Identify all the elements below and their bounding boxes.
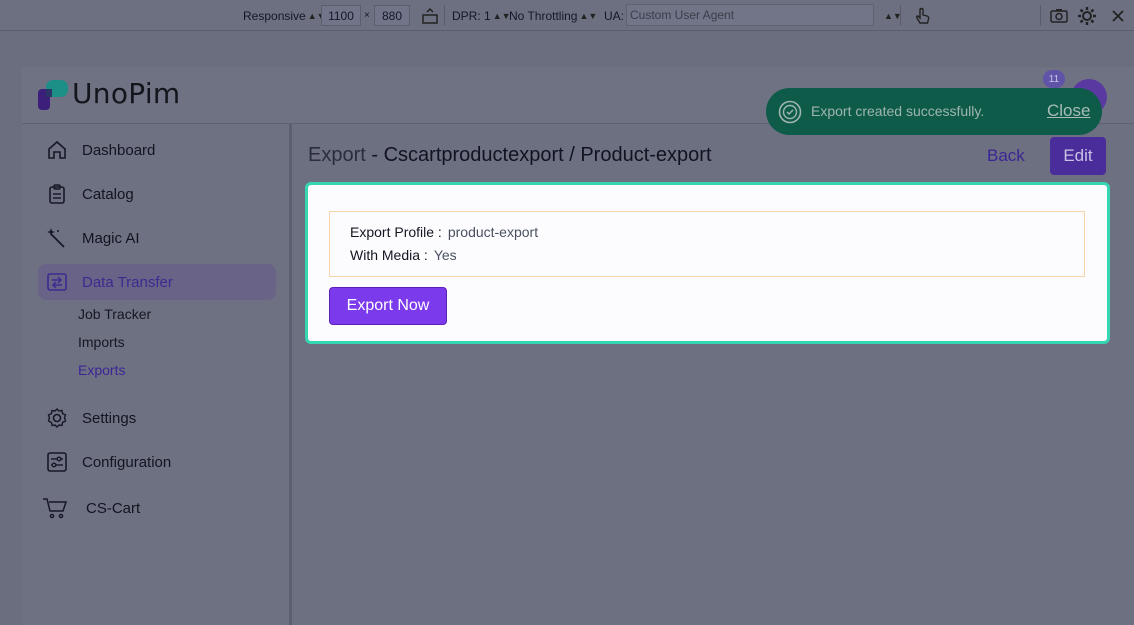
magic-wand-icon bbox=[44, 225, 70, 251]
user-agent-placeholder: Custom User Agent bbox=[630, 8, 735, 22]
sidebar-item-label: Dashboard bbox=[82, 141, 156, 159]
sidebar-subitem-exports[interactable]: Exports bbox=[78, 362, 125, 378]
sidebar-item-label: Data Transfer bbox=[82, 273, 173, 291]
screenshot-camera-icon[interactable] bbox=[1049, 6, 1069, 26]
updown-arrows-icon: ▲▼ bbox=[579, 10, 598, 21]
sidebar-item-configuration[interactable]: Configuration bbox=[38, 444, 276, 480]
data-transfer-icon bbox=[44, 269, 70, 295]
with-media-row: With Media : Yes bbox=[350, 247, 457, 263]
width-value: 1100 bbox=[328, 8, 354, 23]
sidebar-item-settings[interactable]: Settings bbox=[38, 400, 276, 436]
sliders-icon bbox=[44, 449, 70, 475]
toolbar-divider bbox=[900, 5, 901, 26]
sidebar-item-catalog[interactable]: Catalog bbox=[38, 176, 276, 212]
sidebar-item-dashboard[interactable]: Dashboard bbox=[38, 132, 276, 168]
export-details-card: Export Profile : product-export With Medi… bbox=[305, 182, 1110, 344]
touch-simulation-icon[interactable] bbox=[912, 6, 932, 26]
sidebar: Dashboard Catalog Magic AI Data Transfer… bbox=[22, 124, 292, 625]
ua-label: UA: bbox=[604, 8, 625, 23]
export-profile-row: Export Profile : product-export bbox=[350, 224, 538, 240]
home-icon bbox=[44, 137, 70, 163]
sidebar-item-label: Catalog bbox=[82, 185, 134, 203]
check-circle-icon bbox=[778, 100, 802, 124]
toast-close-link[interactable]: Close bbox=[1047, 101, 1090, 121]
export-info-box: Export Profile : product-export With Medi… bbox=[329, 211, 1085, 277]
device-select[interactable]: Responsive ▲▼ bbox=[243, 0, 326, 31]
updown-arrows-icon: ▲▼ bbox=[492, 10, 511, 21]
dpr-select[interactable]: DPR: 1 ▲▼ bbox=[452, 0, 511, 31]
page-title-main: Cscartproductexport / Product-export bbox=[383, 144, 712, 166]
export-profile-value: product-export bbox=[447, 224, 539, 240]
device-select-label: Responsive bbox=[243, 8, 306, 23]
sidebar-item-magic-ai[interactable]: Magic AI bbox=[38, 220, 276, 256]
width-input[interactable]: 1100 bbox=[321, 5, 361, 26]
ua-dropdown[interactable]: ▲▼ bbox=[882, 0, 902, 31]
sidebar-item-label: Settings bbox=[82, 409, 137, 427]
user-agent-input[interactable]: Custom User Agent bbox=[626, 4, 874, 26]
devtools-toolbar: Responsive ▲▼ 1100 × 880 DPR: 1 ▲▼ No Th… bbox=[0, 0, 1134, 31]
back-link[interactable]: Back bbox=[987, 146, 1025, 166]
sidebar-item-label: Configuration bbox=[82, 453, 172, 471]
dpr-label: DPR: 1 bbox=[452, 8, 491, 23]
notification-badge[interactable]: 11 bbox=[1043, 70, 1065, 88]
export-now-button[interactable]: Export Now bbox=[329, 287, 447, 325]
close-icon[interactable] bbox=[1108, 6, 1128, 26]
sidebar-subitem-job-tracker[interactable]: Job Tracker bbox=[78, 306, 151, 322]
height-input[interactable]: 880 bbox=[374, 5, 410, 26]
height-value: 880 bbox=[381, 8, 403, 23]
rotate-icon[interactable] bbox=[420, 6, 440, 26]
sidebar-item-cs-cart[interactable]: CS-Cart bbox=[38, 490, 276, 526]
success-toast: Export created successfully. Close bbox=[766, 88, 1102, 135]
export-profile-label: Export Profile : bbox=[350, 224, 442, 240]
clipboard-icon bbox=[44, 181, 70, 207]
with-media-label: With Media : bbox=[350, 247, 428, 263]
sidebar-item-label: Magic AI bbox=[82, 229, 140, 247]
throttling-select[interactable]: No Throttling ▲▼ bbox=[509, 0, 597, 31]
gear-icon bbox=[44, 405, 70, 431]
sidebar-item-label: CS-Cart bbox=[86, 499, 141, 517]
settings-gear-icon[interactable] bbox=[1077, 6, 1097, 26]
page-title-prefix: Export bbox=[308, 144, 366, 166]
with-media-value: Yes bbox=[433, 247, 457, 263]
app-window: UnoPim Dashboard Catalog Magic AI Data T… bbox=[22, 67, 1134, 625]
dimension-times: × bbox=[364, 10, 370, 21]
edit-button[interactable]: Edit bbox=[1050, 137, 1106, 175]
sidebar-subitem-imports[interactable]: Imports bbox=[78, 334, 125, 350]
brand-name: UnoPim bbox=[72, 77, 181, 110]
page-title-separator: - bbox=[365, 144, 384, 166]
toolbar-divider bbox=[444, 5, 445, 26]
sidebar-item-data-transfer[interactable]: Data Transfer bbox=[38, 264, 276, 300]
throttling-label: No Throttling bbox=[509, 8, 578, 23]
toolbar-divider bbox=[1040, 5, 1041, 26]
unopim-logo-icon bbox=[38, 80, 68, 110]
toast-message: Export created successfully. bbox=[811, 103, 985, 119]
page-title: Export - Cscartproductexport / Product-e… bbox=[308, 144, 712, 167]
cart-icon bbox=[42, 495, 68, 521]
